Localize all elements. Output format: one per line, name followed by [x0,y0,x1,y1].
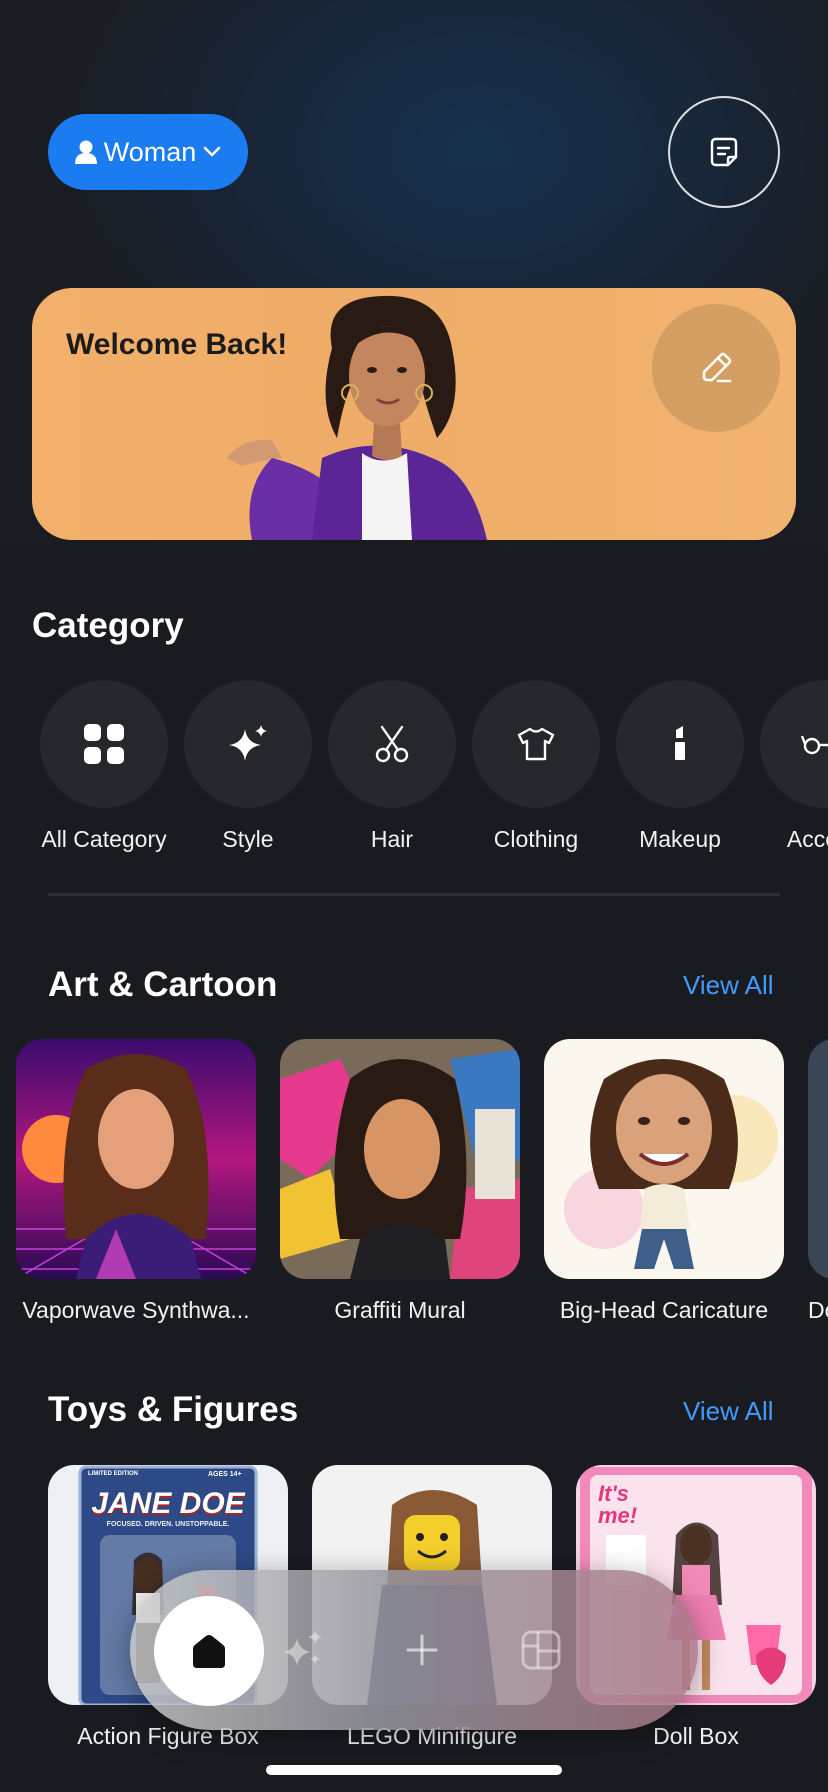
glasses-icon [800,735,828,755]
category-clothing[interactable]: Clothing [464,680,608,853]
scissors-icon [375,725,409,763]
caricature-thumbnail [544,1039,784,1279]
category-accessories[interactable]: Access [752,680,828,853]
category-label: All Category [41,826,167,852]
feedback-note-icon [710,137,738,167]
toys-figures-title: Toys & Figures [48,1390,299,1429]
category-makeup[interactable]: Makeup [608,680,752,853]
box-age: AGES 14+ [208,1471,242,1478]
welcome-banner[interactable]: Welcome Back! [32,288,796,540]
style-card-vaporwave[interactable]: Vaporwave Synthwa... [16,1039,256,1324]
category-icon-circle [328,680,456,808]
category-label: Hair [370,826,414,852]
chevron-down-icon [203,146,221,157]
edit-profile-button[interactable] [652,304,780,432]
category-label: Clothing [493,826,579,852]
category-icon-circle [760,680,828,808]
bottom-tab-bar [130,1570,698,1730]
graffiti-thumbnail [280,1039,520,1279]
category-icon-circle [184,680,312,808]
box-badge: LIMITED EDITION [88,1471,138,1477]
partial-thumbnail [808,1039,828,1279]
style-card-label: Do [808,1297,828,1323]
style-card-graffiti[interactable]: Graffiti Mural [280,1039,520,1324]
style-card-label: Big-Head Caricature [559,1297,769,1323]
tab-ai-styles[interactable] [248,1570,358,1730]
layout-icon [521,1630,561,1670]
home-icon [193,1635,225,1668]
style-card-caricature[interactable]: Big-Head Caricature [544,1039,784,1324]
sparkles-icon [283,1630,322,1666]
home-screen: Woman Welcome Back! Category All Categor… [0,0,828,1792]
style-card-label: Graffiti Mural [334,1297,466,1323]
pencil-icon [702,352,732,383]
woman-portrait-image [227,295,487,540]
tab-gallery[interactable] [486,1570,596,1730]
category-title: Category [32,606,184,645]
category-all[interactable]: All Category [32,680,176,853]
vaporwave-thumbnail [16,1039,256,1279]
gender-label: Woman [103,136,197,167]
tab-create[interactable] [367,1570,477,1730]
section-divider [48,893,780,896]
home-indicator[interactable] [266,1765,562,1775]
toys-figures-view-all-link[interactable]: View All [683,1396,774,1427]
category-icon-circle [616,680,744,808]
category-hair[interactable]: Hair [320,680,464,853]
person-icon [74,140,97,164]
lipstick-icon [675,726,685,760]
category-label: Makeup [639,826,721,852]
sparkle-icon [229,725,267,761]
art-cartoon-view-all-link[interactable]: View All [683,970,774,1001]
category-label: Access [786,826,828,852]
style-card-more[interactable]: Do [808,1039,828,1324]
box-title: JANE DOE [91,1487,245,1520]
category-style[interactable]: Style [176,680,320,853]
box-tagline: FOCUSED. DRIVEN. UNSTOPPABLE. [106,1521,230,1528]
category-label: Style [222,826,274,852]
tshirt-icon [517,727,555,761]
gender-selector-button[interactable]: Woman [48,114,248,190]
box-title: It's me! [598,1481,638,1528]
feedback-button[interactable] [668,96,780,208]
style-card-label: Vaporwave Synthwa... [22,1297,250,1323]
art-cartoon-title: Art & Cartoon [48,965,278,1004]
category-icon-circle [472,680,600,808]
category-icon-circle [40,680,168,808]
plus-icon [406,1634,438,1666]
grid-icon [84,724,124,764]
category-list: All Category Style Hair Clothing Makeup … [0,680,828,860]
banner-title: Welcome Back! [66,328,288,361]
